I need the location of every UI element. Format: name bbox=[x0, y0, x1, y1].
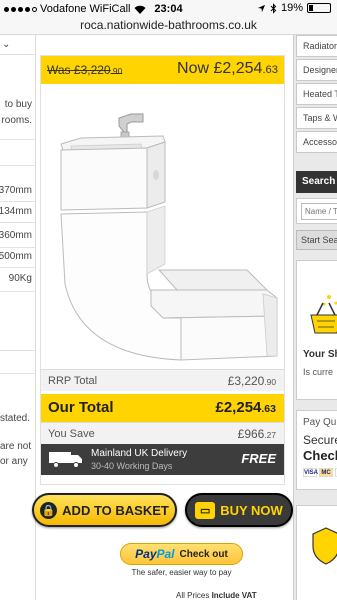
add-to-basket-label: ADD TO BASKET bbox=[62, 502, 169, 518]
paypal-tagline: The safer, easier way to pay bbox=[131, 568, 232, 577]
right-sidebar: Radiators Designer Heated T Taps & W Acc… bbox=[293, 35, 337, 600]
start-search-button[interactable]: Start Sea bbox=[296, 230, 337, 250]
you-save-value: £966.27 bbox=[237, 427, 276, 441]
product-description-column: ⌄ to buy rooms. 370mm 134mm 360mm 500mm … bbox=[0, 35, 36, 600]
bluetooth-icon bbox=[270, 2, 277, 14]
sidebar-item-designer[interactable]: Designer bbox=[296, 59, 337, 81]
pay-line-1: Pay Qui bbox=[303, 417, 337, 428]
delivery-price: FREE bbox=[241, 451, 276, 466]
spec-value: 370mm bbox=[0, 185, 32, 196]
secure-checkout-panel: Pay Qui Secure Check VISA MC VE bbox=[296, 410, 337, 490]
sidebar-item-taps[interactable]: Taps & W bbox=[296, 107, 337, 129]
spec-value: 500mm bbox=[0, 251, 32, 262]
our-total-label: Our Total bbox=[48, 399, 114, 416]
our-total-value: £2,254.63 bbox=[215, 399, 277, 416]
shopping-basket-panel: Your Sh Is curre bbox=[296, 260, 337, 400]
mastercard-logo: MC bbox=[319, 468, 333, 477]
note-line: are not bbox=[0, 441, 32, 452]
paypal-checkout-label: Check out bbox=[179, 548, 228, 560]
description-line: rooms. bbox=[1, 115, 32, 126]
pay-line-3: Check bbox=[303, 448, 337, 463]
paypal-checkout-button[interactable]: PayPal Check out bbox=[120, 543, 243, 565]
sidebar-item-accessories[interactable]: Accesso bbox=[296, 131, 337, 153]
ios-status-bar: Vodafone WiFiCall 23:04 19% bbox=[0, 0, 337, 18]
spec-value: 134mm bbox=[0, 206, 32, 217]
truck-icon bbox=[49, 452, 82, 468]
product-price-card: Was £3,220.90 Now £2,254.63 RRP Total £3… bbox=[40, 55, 285, 485]
our-total-row: Our Total £2,254.63 bbox=[41, 394, 284, 422]
was-price: Was £3,220.90 bbox=[47, 63, 123, 77]
delivery-time: 30-40 Working Days bbox=[91, 461, 173, 471]
paypal-logo: PayPal bbox=[135, 547, 175, 561]
search-heading: Search bbox=[296, 171, 337, 193]
note-line: or any bbox=[0, 456, 28, 467]
sidebar-item-radiators[interactable]: Radiators bbox=[296, 35, 337, 57]
pay-line-2: Secure bbox=[303, 433, 337, 447]
spec-value: 360mm bbox=[0, 230, 32, 241]
now-price: Now £2,254.63 bbox=[177, 60, 278, 77]
add-to-basket-button[interactable]: 🔒 ADD TO BASKET bbox=[32, 493, 177, 527]
spec-value: 90Kg bbox=[8, 273, 32, 284]
sidebar-item-heated[interactable]: Heated T bbox=[296, 83, 337, 105]
shield-icon bbox=[312, 527, 337, 565]
lock-icon: 🔒 bbox=[40, 501, 58, 519]
rrp-row: RRP Total £3,220.90 bbox=[41, 369, 284, 391]
you-save-row: You Save £966.27 bbox=[41, 422, 284, 444]
shop-panel-status: Is curre bbox=[303, 367, 334, 377]
you-save-label: You Save bbox=[48, 428, 95, 440]
url-bar[interactable]: roca.nationwide-bathrooms.co.uk bbox=[0, 18, 337, 35]
buy-now-button[interactable]: ▭ BUY NOW bbox=[185, 493, 293, 527]
search-box bbox=[296, 198, 337, 224]
shop-panel-title: Your Sh bbox=[303, 349, 337, 360]
battery-icon bbox=[307, 3, 331, 13]
chevron-down-icon[interactable]: ⌄ bbox=[2, 39, 10, 50]
product-image[interactable] bbox=[41, 84, 284, 369]
promo-panel bbox=[296, 505, 337, 600]
rrp-label: RRP Total bbox=[48, 375, 98, 387]
battery-percent: 19% bbox=[280, 2, 303, 14]
delivery-title: Mainland UK Delivery bbox=[91, 448, 188, 459]
description-line: to buy bbox=[4, 99, 32, 110]
vat-note: All Prices Include VAT bbox=[176, 591, 257, 600]
visa-logo: VISA bbox=[303, 468, 319, 477]
shopping-basket-icon bbox=[310, 295, 337, 334]
search-input[interactable] bbox=[301, 203, 337, 220]
price-banner: Was £3,220.90 Now £2,254.63 bbox=[41, 56, 284, 84]
credit-card-icon: ▭ bbox=[195, 501, 216, 519]
location-arrow-icon bbox=[257, 4, 266, 12]
stated-text: stated. bbox=[0, 413, 31, 424]
card-logos: VISA MC VE bbox=[303, 468, 337, 477]
delivery-banner: Mainland UK Delivery 30-40 Working Days … bbox=[41, 444, 284, 475]
rrp-value: £3,220.90 bbox=[227, 374, 276, 388]
buy-now-label: BUY NOW bbox=[220, 502, 283, 518]
